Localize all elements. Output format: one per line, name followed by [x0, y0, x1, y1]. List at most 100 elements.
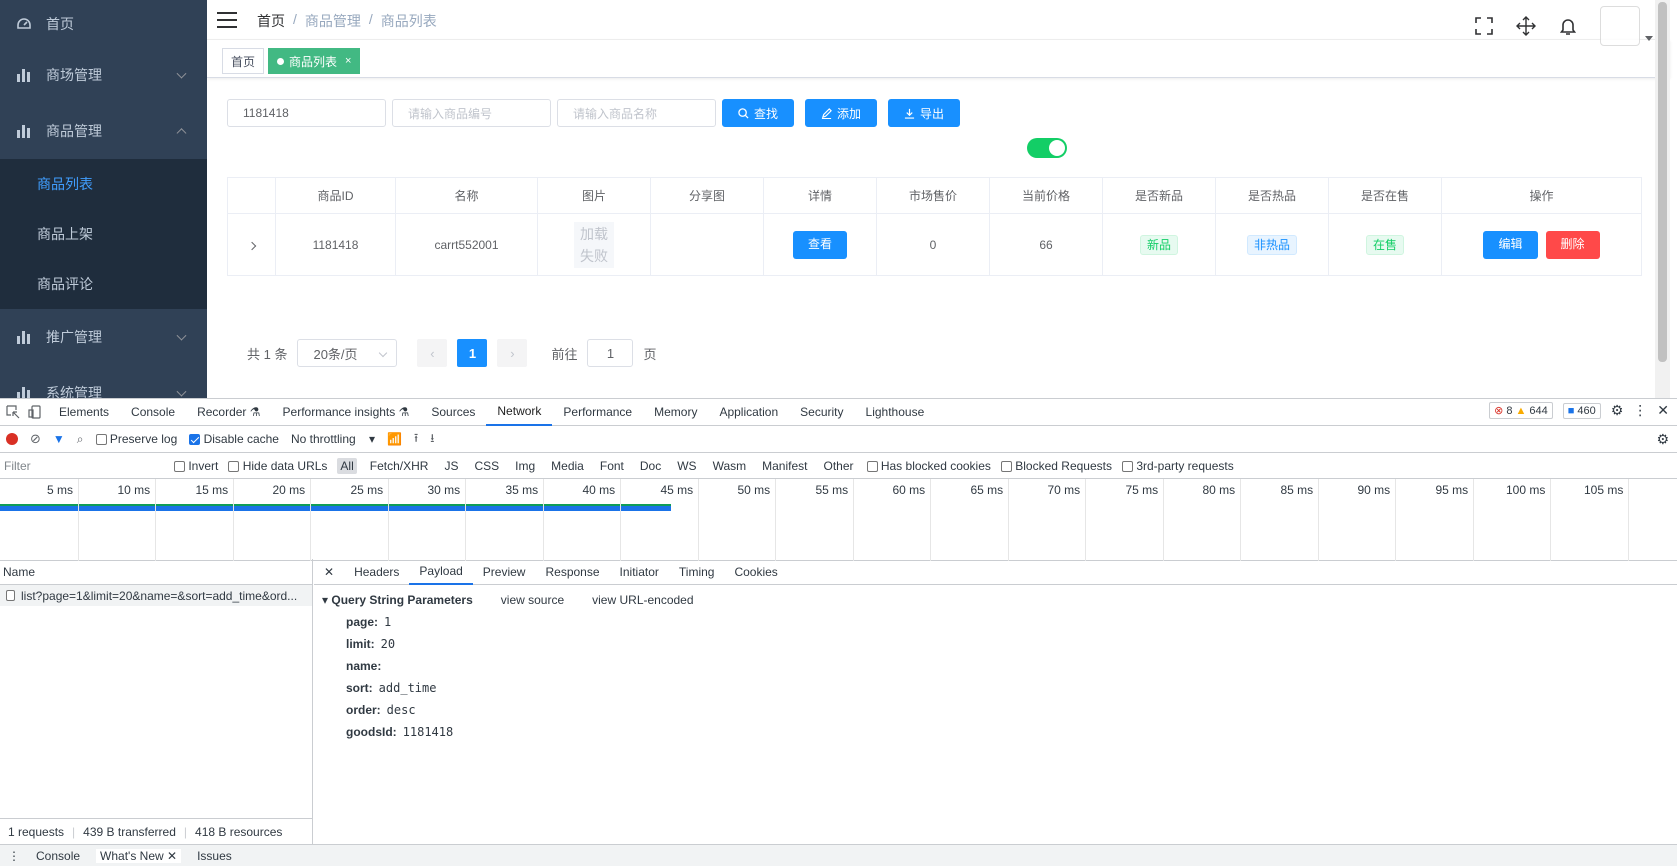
detail-tab-preview[interactable]: Preview — [473, 559, 536, 585]
drawer-tab-issues[interactable]: Issues — [197, 849, 232, 863]
size-icon[interactable] — [1516, 16, 1536, 36]
devtools-tab-performance-insights[interactable]: Performance insights ⚗ — [272, 399, 421, 426]
export-button[interactable]: 导出 — [888, 99, 961, 127]
scrollbar[interactable] — [1655, 0, 1670, 398]
gear-icon[interactable]: ⚙ — [1611, 402, 1624, 419]
checkbox[interactable] — [174, 460, 185, 472]
name-column-header[interactable]: Name — [0, 559, 312, 585]
search-button[interactable]: 查找 — [722, 99, 795, 127]
sidebar-item-home[interactable]: 首页 — [0, 0, 207, 47]
sidebar-menu-mall[interactable]: 商场管理 — [0, 47, 207, 103]
tag-goods-list[interactable]: 商品列表 × — [268, 48, 361, 74]
blocked-requests-checkbox[interactable]: Blocked Requests — [1000, 459, 1112, 473]
devtools-tab-console[interactable]: Console — [120, 399, 186, 426]
type-filter-all[interactable]: All — [337, 457, 357, 474]
goods-name-input[interactable]: 请输入商品名称 — [557, 99, 716, 127]
filter-icon[interactable]: ▼ — [53, 432, 65, 446]
close-icon[interactable]: ✕ — [314, 559, 344, 585]
type-filter-other[interactable]: Other — [820, 458, 856, 474]
type-filter-js[interactable]: JS — [441, 458, 461, 474]
devtools-tab-application[interactable]: Application — [708, 399, 789, 426]
delete-button[interactable]: 删除 — [1545, 230, 1600, 259]
type-filter-fetch[interactable]: Fetch/XHR — [367, 458, 432, 474]
detail-tab-payload[interactable]: Payload — [409, 559, 473, 585]
download-icon[interactable]: ⭳ — [430, 429, 434, 450]
sidebar-item-goods-create[interactable]: 商品上架 — [0, 209, 207, 259]
drawer-tab-console[interactable]: Console — [36, 849, 80, 863]
detail-tab-initiator[interactable]: Initiator — [610, 559, 669, 585]
add-button[interactable]: 添加 — [805, 99, 878, 127]
devtools-tab-recorder[interactable]: Recorder ⚗ — [186, 399, 271, 426]
type-filter-wasm[interactable]: Wasm — [710, 458, 750, 474]
checkbox[interactable] — [1121, 460, 1133, 472]
issues-counter[interactable]: ⊗ 8 ▲ 644 — [1489, 402, 1553, 419]
clear-icon[interactable]: ⊘ — [30, 431, 41, 447]
devtools-tab-sources[interactable]: Sources — [420, 399, 486, 426]
checkbox[interactable] — [1000, 460, 1012, 472]
page-size-select[interactable]: 20条/页 — [297, 339, 398, 367]
upload-icon[interactable]: ⭱ — [414, 429, 418, 450]
goods-sn-input[interactable]: 请输入商品编号 — [392, 99, 551, 127]
checkbox[interactable] — [95, 434, 107, 446]
checkbox[interactable] — [189, 434, 201, 446]
page-number-button[interactable]: 1 — [457, 339, 488, 367]
type-filter-css[interactable]: CSS — [471, 458, 502, 474]
sidebar-item-goods-comment[interactable]: 商品评论 — [0, 259, 207, 309]
edit-button[interactable]: 编辑 — [1483, 230, 1538, 259]
search-icon[interactable]: ⌕ — [77, 432, 84, 447]
detail-tab-timing[interactable]: Timing — [669, 559, 725, 585]
goto-page-input[interactable]: 1 — [587, 339, 634, 367]
view-detail-button[interactable]: 查看 — [792, 230, 847, 259]
view-source-link[interactable]: view source — [501, 593, 564, 607]
type-filter-img[interactable]: Img — [512, 458, 538, 474]
hamburger-icon[interactable] — [217, 12, 237, 28]
preserve-log-checkbox[interactable]: Preserve log — [95, 432, 177, 446]
devtools-tab-network[interactable]: Network — [486, 399, 553, 426]
next-page-button[interactable]: › — [497, 339, 528, 367]
type-filter-media[interactable]: Media — [548, 458, 587, 474]
detail-tab-response[interactable]: Response — [535, 559, 609, 585]
goods-id-input[interactable]: 1181418 — [227, 99, 386, 127]
more-vertical-icon[interactable]: ⋮ — [1633, 402, 1647, 419]
wifi-icon[interactable]: 📶 — [387, 432, 402, 446]
fullscreen-icon[interactable] — [1474, 16, 1494, 36]
bell-icon[interactable] — [1558, 16, 1578, 36]
type-filter-font[interactable]: Font — [597, 458, 627, 474]
record-icon[interactable] — [6, 433, 18, 445]
devtools-tab-elements[interactable]: Elements — [48, 399, 120, 426]
sidebar-item-goods-list[interactable]: 商品列表 — [0, 159, 207, 209]
gear-icon[interactable]: ⚙ — [1656, 431, 1669, 448]
sidebar-menu-promotion[interactable]: 推广管理 — [0, 309, 207, 365]
close-icon[interactable]: ✕ — [167, 849, 177, 863]
sidebar-menu-system[interactable]: 系统管理 — [0, 365, 207, 398]
third-party-checkbox[interactable]: 3rd-party requests — [1121, 459, 1234, 473]
more-vertical-icon[interactable]: ⋮ — [8, 849, 20, 863]
checkbox[interactable] — [228, 460, 240, 472]
query-string-header[interactable]: ▾ Query String Parameters view source vi… — [322, 593, 1669, 607]
close-icon[interactable]: × — [345, 55, 351, 67]
breadcrumb-home[interactable]: 首页 — [257, 11, 285, 31]
request-row[interactable]: list?page=1&limit=20&name=&sort=add_time… — [0, 585, 312, 606]
devtools-tab-security[interactable]: Security — [789, 399, 854, 426]
type-filter-manifest[interactable]: Manifest — [759, 458, 810, 474]
device-toolbar-icon[interactable] — [28, 405, 42, 419]
detail-tab-cookies[interactable]: Cookies — [724, 559, 787, 585]
scrollbar-thumb[interactable] — [1658, 2, 1667, 362]
messages-counter[interactable]: ■ 460 — [1562, 402, 1601, 419]
devtools-tab-lighthouse[interactable]: Lighthouse — [855, 399, 936, 426]
invert-checkbox[interactable]: Invert — [174, 459, 218, 473]
hide-data-urls-checkbox[interactable]: Hide data URLs — [228, 459, 327, 473]
network-timeline[interactable]: 5 ms 10 ms 15 ms 20 ms 25 ms 30 ms 35 ms 40 ms 4… — [0, 479, 1677, 561]
devtools-tab-performance[interactable]: Performance — [552, 399, 643, 426]
toggle-switch[interactable] — [1027, 138, 1067, 158]
type-filter-ws[interactable]: WS — [674, 458, 699, 474]
throttling-select[interactable]: No throttling ▾ — [291, 432, 375, 446]
expand-cell[interactable] — [227, 213, 276, 276]
prev-page-button[interactable]: ‹ — [417, 339, 448, 367]
filter-input[interactable]: Filter — [4, 459, 164, 473]
inspect-icon[interactable] — [6, 405, 20, 419]
drawer-tab-whats-new[interactable]: What's New ✕ — [96, 848, 182, 863]
disable-cache-checkbox[interactable]: Disable cache — [189, 432, 279, 446]
detail-tab-headers[interactable]: Headers — [344, 559, 409, 585]
blocked-cookies-checkbox[interactable]: Has blocked cookies — [866, 459, 991, 473]
